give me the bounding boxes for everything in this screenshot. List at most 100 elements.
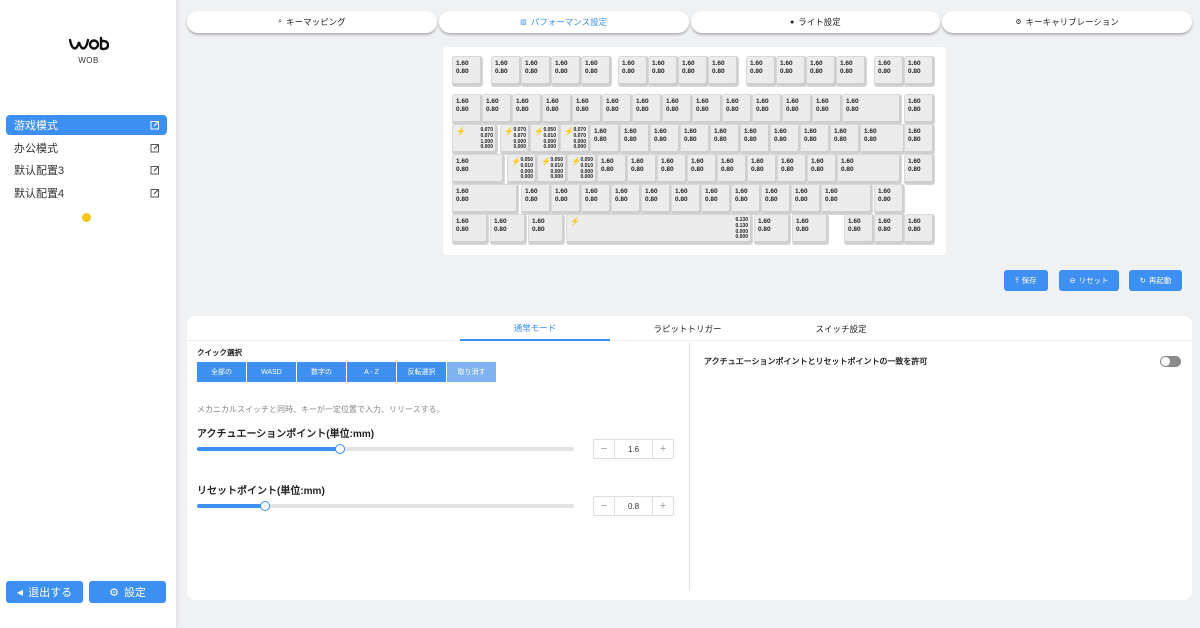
keyboard-key[interactable]: 1.60 0.80 xyxy=(905,125,934,154)
keyboard-key[interactable]: 1.60 0.80 xyxy=(783,95,812,124)
keyboard-key[interactable]: 1.60 0.80 xyxy=(483,95,512,124)
edit-icon[interactable] xyxy=(150,120,160,130)
keyboard-key[interactable]: 1.60 0.80 xyxy=(762,185,791,214)
keyboard-key[interactable]: 1.60 0.80 xyxy=(875,185,904,214)
keyboard-key[interactable]: ⚡ 0.070 0.070 0.000 0.000 xyxy=(561,125,590,154)
quick-select-button[interactable]: 取り消す xyxy=(447,362,496,382)
keyboard-key[interactable]: 1.60 0.80 xyxy=(793,215,828,244)
actuation-decrement-button[interactable]: − xyxy=(594,440,614,458)
keyboard-key[interactable]: 1.60 0.80 xyxy=(591,125,620,154)
keyboard-key[interactable]: 1.60 0.80 xyxy=(651,125,680,154)
quick-select-button[interactable]: 反転選択 xyxy=(397,362,446,382)
keyboard-key[interactable]: 1.60 0.80 xyxy=(598,155,627,184)
keyboard-key[interactable]: 1.60 0.80 xyxy=(633,95,662,124)
settings-button[interactable]: ⚙ 設定 xyxy=(89,581,166,603)
profile-item[interactable]: 游戏模式 xyxy=(6,115,167,135)
keyboard-key[interactable]: 1.60 0.80 xyxy=(723,95,752,124)
reset-point-increment-button[interactable]: + xyxy=(653,497,673,515)
tab-normal-mode[interactable]: 通常モード xyxy=(460,316,610,341)
tab-key[interactable]: ⌕ キーマッピング xyxy=(187,11,437,33)
keyboard-key[interactable]: 1.60 0.80 xyxy=(741,125,770,154)
keyboard-key[interactable]: ⚡ 0.050 0.010 0.000 0.000 xyxy=(538,155,567,184)
keyboard-key[interactable]: 1.60 0.80 xyxy=(492,57,521,86)
restart-button[interactable]: ↻ 再起動 xyxy=(1129,270,1182,291)
keyboard-key[interactable]: 1.60 0.80 xyxy=(755,215,790,244)
keyboard-key[interactable]: 1.60 0.80 xyxy=(619,57,648,86)
keyboard-key[interactable]: 1.60 0.80 xyxy=(688,155,717,184)
keyboard-key[interactable]: 1.60 0.80 xyxy=(453,57,482,86)
keyboard-key[interactable]: 1.60 0.80 xyxy=(875,215,904,244)
tab-gear[interactable]: ⚙ キーキャリブレーション xyxy=(942,11,1192,33)
keyboard-key[interactable]: 1.60 0.80 xyxy=(681,125,710,154)
keyboard-key[interactable]: 1.60 0.80 xyxy=(702,185,731,214)
keyboard-key[interactable]: 1.60 0.80 xyxy=(905,155,934,184)
keyboard-key[interactable]: ⚡ 0.130 0.130 0.000 0.000 xyxy=(567,215,752,244)
tab-rapid-trigger[interactable]: ラピットトリガー xyxy=(610,316,765,341)
actuation-value[interactable]: 1.6 xyxy=(614,440,653,458)
keyboard-key[interactable]: 1.60 0.80 xyxy=(552,185,581,214)
keyboard-key[interactable]: 1.60 0.80 xyxy=(831,125,860,154)
keyboard-key[interactable]: ⚡ 0.050 0.010 0.000 0.000 xyxy=(568,155,597,184)
keyboard-key[interactable]: 1.60 0.80 xyxy=(753,95,782,124)
reset-point-decrement-button[interactable]: − xyxy=(594,497,614,515)
keyboard-key[interactable]: 1.60 0.80 xyxy=(522,185,551,214)
keyboard-key[interactable]: 1.60 0.80 xyxy=(801,125,830,154)
keyboard-key[interactable]: 1.60 0.80 xyxy=(808,155,837,184)
keyboard-key[interactable]: 1.60 0.80 xyxy=(582,185,611,214)
tab-light-bulb[interactable]: ● ライト設定 xyxy=(690,11,941,33)
keyboard-key[interactable]: 1.60 0.80 xyxy=(522,57,551,86)
profile-item[interactable]: 办公模式 xyxy=(6,138,167,158)
keyboard-key[interactable]: 1.60 0.80 xyxy=(905,57,934,86)
quick-select-button[interactable]: 数字の xyxy=(297,362,346,382)
keyboard-key[interactable]: 1.60 0.80 xyxy=(861,125,905,154)
keyboard-key[interactable]: 1.60 0.80 xyxy=(642,185,671,214)
reset-point-value[interactable]: 0.8 xyxy=(614,497,653,515)
keyboard-key[interactable]: 1.60 0.80 xyxy=(711,125,740,154)
keyboard-key[interactable]: 1.60 0.80 xyxy=(778,155,807,184)
reset-point-slider-thumb[interactable] xyxy=(259,501,270,511)
keyboard-key[interactable]: 1.60 0.80 xyxy=(573,95,602,124)
keyboard-key[interactable]: ⚡ 0.070 0.070 1.000 0.000 xyxy=(453,125,497,154)
keyboard-key[interactable]: 1.60 0.80 xyxy=(732,185,761,214)
keyboard-key[interactable]: 1.60 0.80 xyxy=(453,95,482,124)
edit-icon[interactable] xyxy=(150,165,160,175)
keyboard-key[interactable]: 1.60 0.80 xyxy=(838,155,901,184)
keyboard-key[interactable]: 1.60 0.80 xyxy=(543,95,572,124)
keyboard-key[interactable]: 1.60 0.80 xyxy=(843,95,901,124)
keyboard-key[interactable]: 1.60 0.80 xyxy=(663,95,692,124)
keyboard-key[interactable]: 1.60 0.80 xyxy=(905,95,934,124)
keyboard-key[interactable]: 1.60 0.80 xyxy=(649,57,678,86)
keyboard-key[interactable]: 1.60 0.80 xyxy=(453,215,488,244)
keyboard-key[interactable]: 1.60 0.80 xyxy=(491,215,526,244)
keyboard-key[interactable]: ⚡ 0.050 0.010 0.000 0.000 xyxy=(508,155,537,184)
tab-switch-settings[interactable]: スイッチ設定 xyxy=(765,316,917,341)
keyboard-key[interactable]: ⚡ 0.050 0.010 0.000 0.000 xyxy=(531,125,560,154)
keyboard-key[interactable]: 1.60 0.80 xyxy=(845,215,874,244)
keyboard-key[interactable]: 1.60 0.80 xyxy=(679,57,708,86)
keyboard-key[interactable]: 1.60 0.80 xyxy=(453,155,504,184)
actuation-increment-button[interactable]: + xyxy=(653,440,673,458)
keyboard-key[interactable]: ⚡ 0.070 0.070 0.000 0.000 xyxy=(501,125,530,154)
keyboard-key[interactable]: 1.60 0.80 xyxy=(621,125,650,154)
keyboard-key[interactable]: 1.60 0.80 xyxy=(748,155,777,184)
profile-item[interactable]: 默认配置3 xyxy=(6,160,167,180)
tab-gauge[interactable]: ▧ パフォーマンス設定 xyxy=(438,11,689,33)
reset-button[interactable]: ⊖ リセット xyxy=(1059,270,1119,291)
keyboard-key[interactable]: 1.60 0.80 xyxy=(813,95,842,124)
quick-select-button[interactable]: A - Z xyxy=(347,362,396,382)
keyboard-key[interactable]: 1.60 0.80 xyxy=(628,155,657,184)
keyboard-key[interactable]: 1.60 0.80 xyxy=(792,185,821,214)
allow-equal-toggle[interactable] xyxy=(1160,356,1181,367)
keyboard-key[interactable]: 1.60 0.80 xyxy=(718,155,747,184)
keyboard-key[interactable]: 1.60 0.80 xyxy=(453,185,518,214)
profile-item[interactable]: 默认配置4 xyxy=(6,183,167,203)
edit-icon[interactable] xyxy=(150,143,160,153)
keyboard-key[interactable]: 1.60 0.80 xyxy=(747,57,776,86)
keyboard-key[interactable]: 1.60 0.80 xyxy=(875,57,904,86)
keyboard-key[interactable]: 1.60 0.80 xyxy=(771,125,800,154)
exit-button[interactable]: ◀ 退出する xyxy=(6,581,83,603)
keyboard-key[interactable]: 1.60 0.80 xyxy=(672,185,701,214)
keyboard-key[interactable]: 1.60 0.80 xyxy=(905,215,934,244)
keyboard-key[interactable]: 1.60 0.80 xyxy=(513,95,542,124)
keyboard-key[interactable]: 1.60 0.80 xyxy=(529,215,564,244)
